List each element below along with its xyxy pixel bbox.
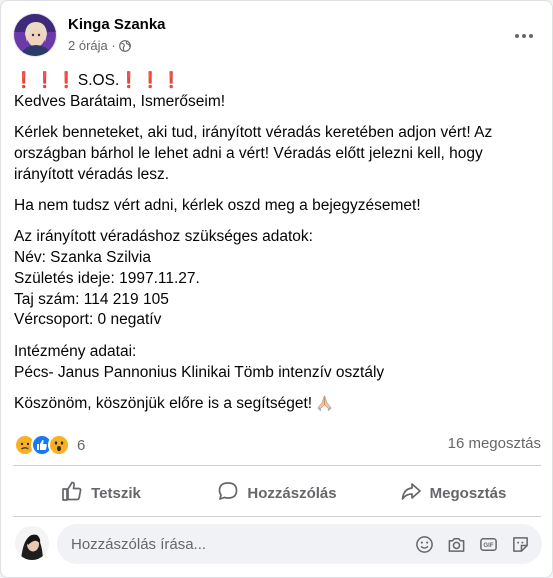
post-card: Kinga Szanka 2 órája · ❗❗❗S.OS.❗❗❗ Kedve… <box>0 0 553 578</box>
exclamation-icons: ❗❗❗ <box>14 72 78 89</box>
author-avatar[interactable] <box>13 13 57 57</box>
praying-hands-icon <box>316 394 333 411</box>
wow-reaction-icon <box>48 434 70 456</box>
user-avatar[interactable] <box>15 526 49 560</box>
svg-text:GIF: GIF <box>483 542 493 549</box>
institution-line: Pécs- Janus Pannonius Klinikai Tömb inte… <box>14 363 385 381</box>
globe-icon <box>118 39 131 52</box>
post-actions: Tetszik Hozzászólás Megosztás <box>13 471 541 515</box>
author-name[interactable]: Kinga Szanka <box>68 16 166 33</box>
thanks-line: Köszönöm, köszönjük előre is a segítsége… <box>14 394 544 415</box>
dot <box>515 34 519 38</box>
thumbs-up-icon <box>61 480 83 506</box>
post-body: ❗❗❗S.OS.❗❗❗ Kedves Barátaim, Ismerőseim!… <box>14 71 544 415</box>
sticker-icon[interactable] <box>510 534 530 554</box>
thanks-text: Köszönöm, köszönjük előre is a segítsége… <box>14 394 313 412</box>
share-arrow-icon <box>400 480 422 506</box>
reactions-summary[interactable]: 6 <box>14 433 85 457</box>
post-time[interactable]: 2 órája · <box>68 38 116 53</box>
post-header: Kinga Szanka 2 órája · <box>13 13 542 59</box>
dot <box>529 34 533 38</box>
blood-type-line: Vércsoport: 0 negatív <box>14 311 162 329</box>
gif-icon[interactable]: GIF <box>478 534 498 554</box>
comment-tools: GIF <box>414 534 530 554</box>
share-button[interactable]: Megosztás <box>365 471 541 515</box>
reaction-count: 6 <box>77 436 86 454</box>
shares-count[interactable]: 16 megosztás <box>448 435 541 452</box>
institution-heading: Intézmény adatai: <box>14 342 137 360</box>
post-stats: 6 16 megosztás <box>14 433 541 457</box>
comment-icon <box>217 480 239 506</box>
birth-line: Születés ideje: 1997.11.27. <box>14 269 200 287</box>
share-paragraph: Ha nem tudsz vért adni, kérlek oszd meg … <box>14 196 421 214</box>
comment-button[interactable]: Hozzászólás <box>189 471 365 515</box>
more-options-button[interactable] <box>506 21 542 51</box>
name-line: Név: Szanka Szilvia <box>14 249 151 267</box>
emoji-icon[interactable] <box>414 534 434 554</box>
greeting: Kedves Barátaim, Ismerőseim! <box>14 92 226 110</box>
post-meta: 2 órája · <box>68 38 131 53</box>
exclamation-icons: ❗❗❗ <box>119 72 184 89</box>
comment-composer: GIF <box>13 520 542 568</box>
camera-icon[interactable] <box>446 534 466 554</box>
request-paragraph: Kérlek benneteket, aki tud, irányított v… <box>14 124 493 183</box>
like-label: Tetszik <box>91 484 141 502</box>
taj-line: Taj szám: 114 219 105 <box>14 290 169 308</box>
post-headline: ❗❗❗S.OS.❗❗❗ <box>14 71 544 92</box>
divider <box>13 465 541 466</box>
data-heading: Az irányított véradáshoz szükséges adato… <box>14 228 313 246</box>
share-label: Megosztás <box>429 484 507 502</box>
comment-label: Hozzászólás <box>247 484 337 502</box>
dot <box>522 34 526 38</box>
divider <box>13 516 541 517</box>
like-button[interactable]: Tetszik <box>13 471 189 515</box>
headline-text: S.OS. <box>77 72 120 89</box>
